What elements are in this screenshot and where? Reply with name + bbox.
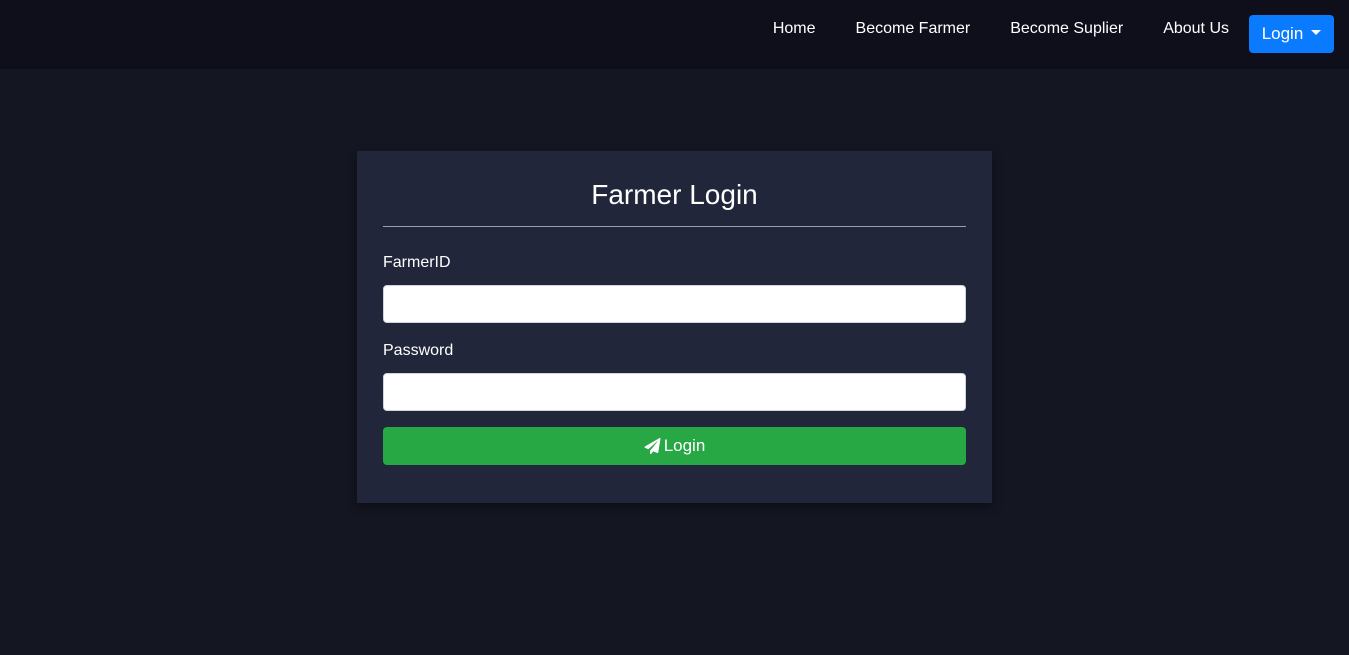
title-divider <box>383 226 966 227</box>
login-submit-button[interactable]: Login <box>383 427 966 465</box>
password-input[interactable] <box>383 373 966 411</box>
nav-home-link[interactable]: Home <box>773 20 816 37</box>
nav-about-us-link[interactable]: About Us <box>1163 20 1229 37</box>
password-label: Password <box>383 342 454 359</box>
login-dropdown-button[interactable]: Login <box>1249 14 1334 53</box>
caret-down-icon <box>1311 30 1322 35</box>
nav-become-farmer-link[interactable]: Become Farmer <box>856 20 971 37</box>
farmer-id-input[interactable] <box>383 285 966 323</box>
paper-plane-icon <box>644 438 661 454</box>
farmer-id-label: FarmerID <box>383 254 451 271</box>
login-submit-label: Login <box>663 436 706 455</box>
card-title: Farmer Login <box>591 179 758 210</box>
login-dropdown-label: Login <box>1261 23 1304 43</box>
nav-become-supplier-link[interactable]: Become Suplier <box>1010 20 1123 37</box>
login-card: Farmer Login FarmerID Password Login <box>357 151 992 503</box>
top-navbar: Home Become Farmer Become Suplier About … <box>0 0 1349 69</box>
